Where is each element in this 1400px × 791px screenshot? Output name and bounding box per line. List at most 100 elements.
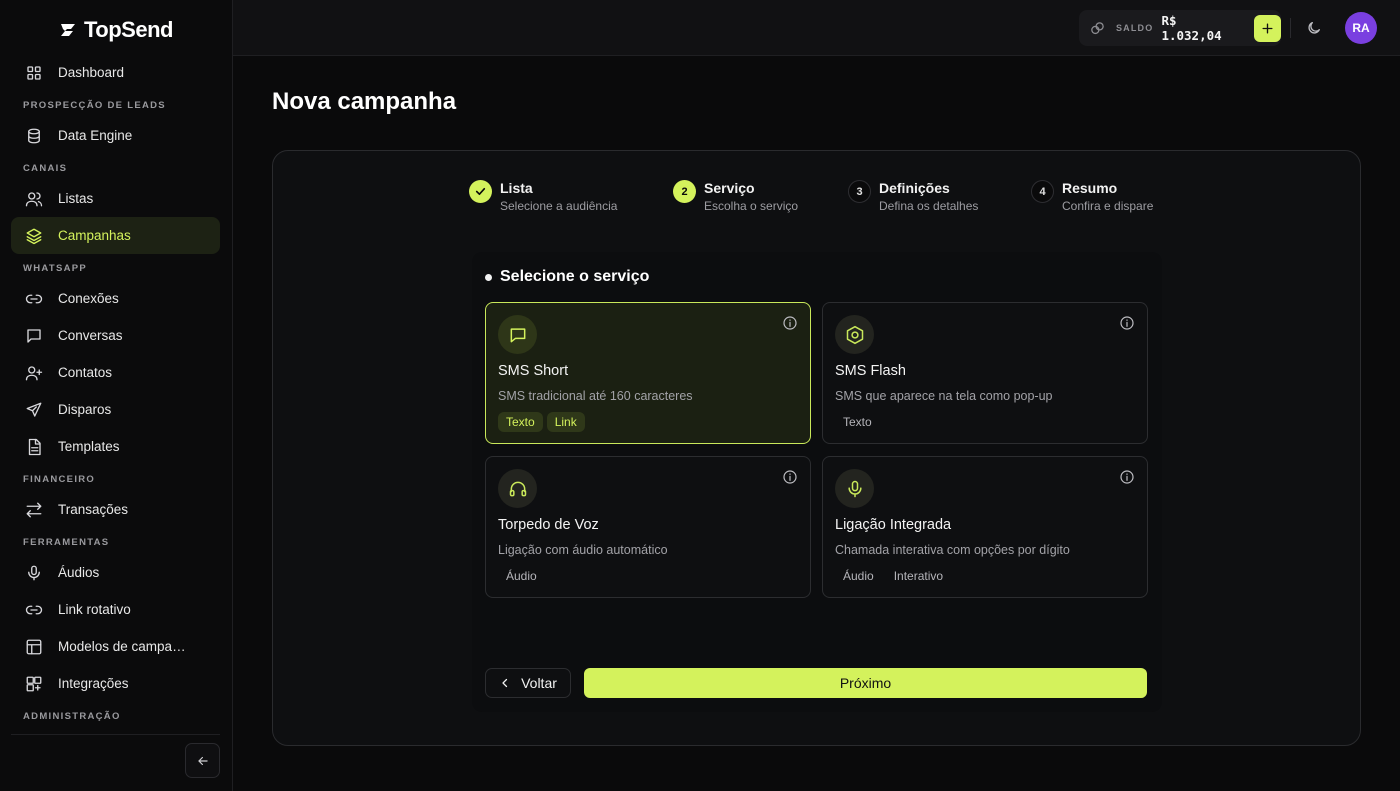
step-title: Lista <box>500 180 533 196</box>
file-icon <box>25 438 43 456</box>
send-icon <box>25 401 43 419</box>
page-title: Nova campanha <box>272 88 457 115</box>
sidebar-section-label: ADMINISTRAÇÃO <box>23 711 121 722</box>
sidebar-item-modelos-de-campanha[interactable]: Modelos de campanha <box>11 628 220 665</box>
sidebar-item-label: Disparos <box>58 402 112 417</box>
mic-icon <box>25 564 43 582</box>
sidebar-item-transacoes[interactable]: Transações <box>11 491 220 528</box>
topbar: SALDO R$ 1.032,04 RA <box>233 0 1400 56</box>
step-text: Definições Defina os detalhes <box>879 178 978 215</box>
brand-logo[interactable]: TopSend <box>58 16 173 44</box>
sidebar-item-integracoes[interactable]: Integrações <box>11 665 220 702</box>
link-icon <box>25 601 43 619</box>
step-3: 3 Definições Defina os detalhes <box>848 178 978 215</box>
user-plus-icon <box>25 364 43 382</box>
step-number: 3 <box>848 180 871 203</box>
service-name: SMS Short <box>498 363 569 379</box>
service-card-ligacao-integrada[interactable]: Ligação Integrada Chamada interativa com… <box>822 456 1148 598</box>
service-card-sms-flash[interactable]: SMS Flash SMS que aparece na tela como p… <box>822 302 1148 444</box>
check-icon <box>469 180 492 203</box>
topsend-logo-icon <box>61 24 75 36</box>
sidebar-section-label: PROSPECÇÃO DE LEADS <box>23 100 166 111</box>
headphones-icon <box>498 469 537 508</box>
step-text: Resumo Confira e dispare <box>1062 178 1153 215</box>
sidebar-item-contatos[interactable]: Contatos <box>11 354 220 391</box>
topbar-separator <box>1290 18 1291 38</box>
service-card-sms-short[interactable]: SMS Short SMS tradicional até 160 caract… <box>485 302 811 444</box>
sidebar-item-label: Transações <box>58 502 129 517</box>
info-icon[interactable] <box>782 469 798 485</box>
sidebar-item-campanhas[interactable]: Campanhas <box>11 217 220 254</box>
next-button[interactable]: Próximo <box>584 668 1147 698</box>
add-balance-button[interactable] <box>1254 14 1281 42</box>
info-icon[interactable] <box>782 315 798 331</box>
link-icon <box>25 290 43 308</box>
service-tags: Áudio Interativo <box>835 566 951 586</box>
sidebar-item-conexoes[interactable]: Conexões <box>11 280 220 317</box>
service-tags: Texto Link <box>498 412 585 432</box>
back-button[interactable]: Voltar <box>485 668 571 698</box>
sidebar-item-data-engine[interactable]: Data Engine <box>11 117 220 154</box>
sidebar-item-link-rotativo[interactable]: Link rotativo <box>11 591 220 628</box>
database-icon <box>25 127 43 145</box>
balance-value: R$ 1.032,04 <box>1161 13 1222 43</box>
sidebar-item-dashboard[interactable]: Dashboard <box>11 54 220 91</box>
step-1[interactable]: Lista Selecione a audiência <box>469 178 617 215</box>
arrows-icon <box>25 501 43 519</box>
sidebar-item-label: Conversas <box>58 328 123 343</box>
sidebar-item-label: Modelos de campanha <box>58 639 193 654</box>
service-tag: Texto <box>843 415 872 429</box>
sidebar-item-label: Conexões <box>58 291 119 306</box>
message-square-icon <box>498 315 537 354</box>
service-tags: Áudio <box>498 566 545 586</box>
collapse-sidebar-button[interactable] <box>185 743 220 778</box>
info-icon[interactable] <box>1119 315 1135 331</box>
sidebar-item-templates[interactable]: Templates <box>11 428 220 465</box>
service-panel-title: Selecione o serviço <box>485 268 649 286</box>
user-avatar[interactable]: RA <box>1345 12 1377 44</box>
brand-name: TopSend <box>84 17 173 42</box>
back-button-label: Voltar <box>521 675 557 691</box>
step-4: 4 Resumo Confira e dispare <box>1031 178 1153 215</box>
sidebar-item-label: Dashboard <box>58 65 125 80</box>
sidebar-item-label: Data Engine <box>58 128 133 143</box>
service-tag: Interativo <box>893 569 944 583</box>
service-tag: Áudio <box>506 569 537 583</box>
plus-icon <box>1262 22 1273 34</box>
sidebar-item-label: Link rotativo <box>58 602 131 617</box>
sidebar-item-conversas[interactable]: Conversas <box>11 317 220 354</box>
step-title: Definições <box>879 180 950 196</box>
hexagon-icon <box>835 315 874 354</box>
service-name: SMS Flash <box>835 363 906 379</box>
step-title: Serviço <box>704 180 755 196</box>
grid-icon <box>25 64 43 82</box>
sidebar-nav: Dashboard PROSPECÇÃO DE LEADS Data Engine C… <box>11 54 220 734</box>
app-root: TopSend Dashboard PROSPECÇÃO DE LEADS Data… <box>0 0 1400 791</box>
sidebar-item-disparos[interactable]: Disparos <box>11 391 220 428</box>
service-description: SMS que aparece na tela como pop-up <box>835 389 1053 403</box>
step-number: 2 <box>673 180 696 203</box>
sidebar-item-listas[interactable]: Listas <box>11 180 220 217</box>
sidebar-item-label: Áudios <box>58 565 100 580</box>
service-card-torpedo-de-voz[interactable]: Torpedo de Voz Ligação com áudio automát… <box>485 456 811 598</box>
sidebar: TopSend Dashboard PROSPECÇÃO DE LEADS Data… <box>0 0 233 791</box>
puzzle-icon <box>25 675 43 693</box>
sidebar-item-audios[interactable]: Áudios <box>11 554 220 591</box>
step-number: 4 <box>1031 180 1054 203</box>
balance-widget: SALDO R$ 1.032,04 <box>1079 10 1281 46</box>
sidebar-section-label: CANAIS <box>23 163 68 174</box>
service-tags: Texto <box>835 412 880 432</box>
info-icon[interactable] <box>1119 469 1135 485</box>
mic-icon <box>835 469 874 508</box>
sidebar-section-label: WHATSAPP <box>23 263 88 274</box>
sidebar-divider <box>11 734 220 735</box>
balance-label: SALDO <box>1115 23 1154 33</box>
sidebar-item-label: Campanhas <box>58 228 131 243</box>
moon-icon <box>1308 22 1320 34</box>
sidebar-item-label: Integrações <box>58 676 129 691</box>
message-icon <box>25 327 43 345</box>
service-name: Ligação Integrada <box>835 517 952 533</box>
step-text: Serviço Escolha o serviço <box>704 178 798 215</box>
step-text: Lista Selecione a audiência <box>500 178 617 215</box>
theme-toggle-button[interactable] <box>1303 17 1325 39</box>
